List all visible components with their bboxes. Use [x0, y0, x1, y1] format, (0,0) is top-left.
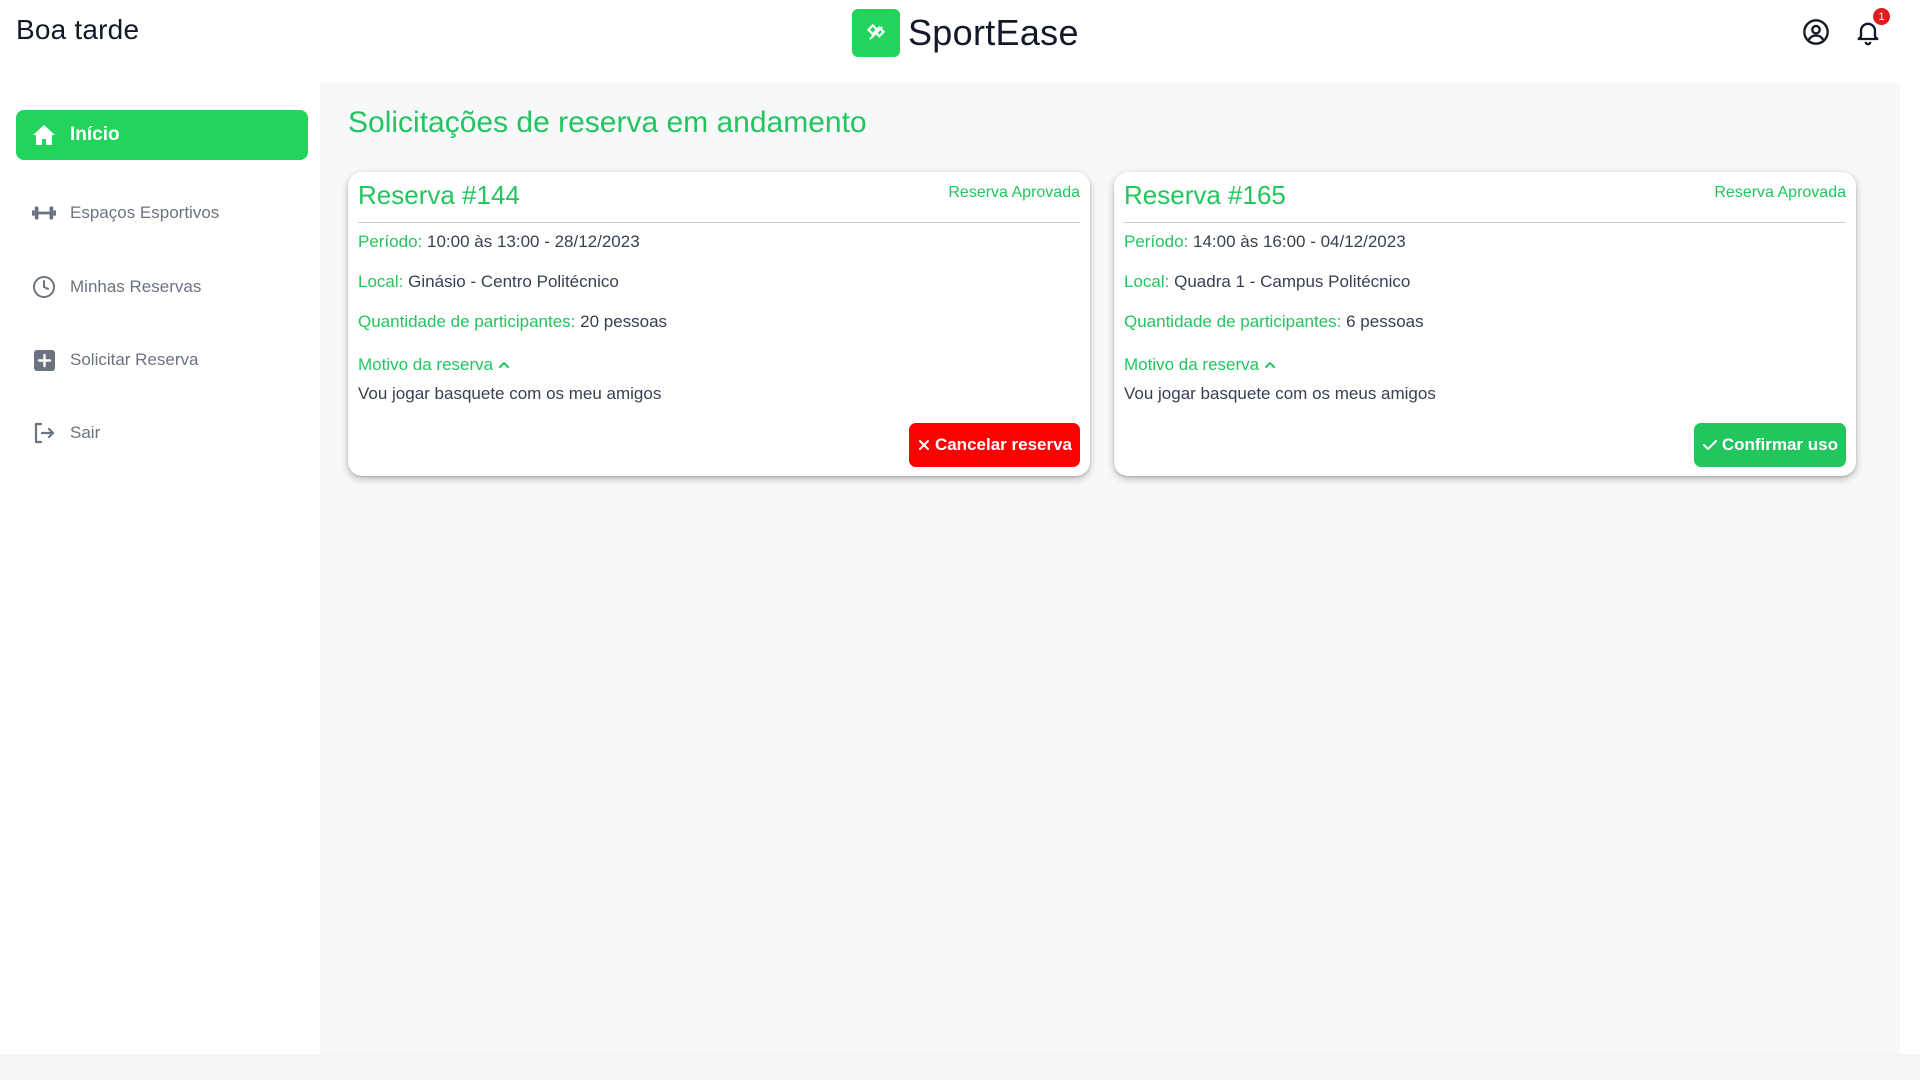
local-field: Local: Ginásio - Centro Politécnico [358, 272, 619, 292]
participantes-value: 6 pessoas [1346, 312, 1424, 331]
close-icon [918, 440, 929, 450]
sidebar-item-sair[interactable]: Sair [16, 408, 308, 458]
clock-icon [32, 275, 56, 299]
sidebar-item-solicitar-reserva[interactable]: Solicitar Reserva [16, 335, 308, 385]
participantes-field: Quantidade de participantes: 6 pessoas [1124, 312, 1424, 332]
motivo-toggle[interactable]: Motivo da reserva [1124, 355, 1277, 375]
card-divider [1124, 222, 1846, 223]
reservation-card: Reserva #165 Reserva Aprovada Período: 1… [1114, 172, 1856, 476]
periodo-field: Período: 14:00 às 16:00 - 04/12/2023 [1124, 232, 1406, 252]
user-profile-button[interactable] [1800, 16, 1832, 48]
participantes-label: Quantidade de participantes: [1124, 312, 1342, 331]
sidebar-item-minhas-reservas[interactable]: Minhas Reservas [16, 262, 308, 312]
participantes-value: 20 pessoas [580, 312, 668, 331]
sidebar: Início Espaços Esportivos Minhas Reserva… [0, 82, 320, 1054]
notifications-button[interactable]: 1 [1852, 8, 1890, 48]
check-icon [1702, 440, 1717, 450]
chevron-up-icon [499, 362, 510, 368]
sportease-logo-icon [852, 9, 900, 57]
motivo-toggle[interactable]: Motivo da reserva [358, 355, 511, 375]
home-icon [32, 123, 56, 147]
motivo-text: Vou jogar basquete com os meu amigos [358, 384, 662, 403]
periodo-label: Período: [1124, 232, 1189, 251]
local-label: Local: [358, 272, 404, 291]
reservation-title: Reserva #165 [1124, 180, 1286, 210]
chevron-up-icon [1265, 362, 1276, 368]
user-circle-icon [1803, 19, 1829, 45]
sidebar-item-label: Espaços Esportivos [70, 203, 220, 222]
local-label: Local: [1124, 272, 1170, 291]
sidebar-item-label: Solicitar Reserva [70, 350, 199, 369]
brand[interactable]: SportEase [852, 9, 1079, 57]
sidebar-item-label: Início [70, 124, 120, 145]
periodo-value: 14:00 às 16:00 - 04/12/2023 [1193, 232, 1406, 251]
reservation-title: Reserva #144 [358, 180, 520, 210]
status-badge: Reserva Aprovada [948, 184, 1080, 201]
cancel-button-label: Cancelar reserva [934, 435, 1072, 454]
confirm-button-label: Confirmar uso [1721, 435, 1838, 454]
page-title: Solicitações de reserva em andamento [348, 106, 867, 139]
participantes-field: Quantidade de participantes: 20 pessoas [358, 312, 667, 332]
bottom-strip [0, 1054, 1920, 1080]
main-content: Solicitações de reserva em andamento Res… [320, 82, 1900, 1054]
greeting-text: Boa tarde [16, 14, 140, 45]
motivo-label: Motivo da reserva [1124, 355, 1260, 374]
sidebar-item-label: Minhas Reservas [70, 277, 202, 296]
local-field: Local: Quadra 1 - Campus Politécnico [1124, 272, 1410, 292]
sidebar-item-inicio[interactable]: Início [16, 110, 308, 160]
motivo-label: Motivo da reserva [358, 355, 494, 374]
cancel-reservation-button[interactable]: Cancelar reserva [908, 423, 1080, 467]
local-value: Ginásio - Centro Politécnico [408, 272, 619, 291]
status-badge: Reserva Aprovada [1714, 184, 1846, 201]
header-actions: 1 [1800, 8, 1890, 48]
motivo-text: Vou jogar basquete com os meus amigos [1124, 384, 1436, 403]
periodo-value: 10:00 às 13:00 - 28/12/2023 [427, 232, 640, 251]
periodo-label: Período: [358, 232, 423, 251]
sidebar-item-label: Sair [70, 423, 101, 442]
confirm-use-button[interactable]: Confirmar uso [1693, 423, 1846, 467]
reservation-card: Reserva #144 Reserva Aprovada Período: 1… [348, 172, 1090, 476]
notification-count-badge: 1 [1873, 8, 1890, 25]
card-divider [358, 222, 1080, 223]
logout-icon [32, 421, 56, 445]
dumbbell-icon [32, 201, 56, 225]
sidebar-item-espacos-esportivos[interactable]: Espaços Esportivos [16, 188, 308, 238]
local-value: Quadra 1 - Campus Politécnico [1174, 272, 1411, 291]
participantes-label: Quantidade de participantes: [358, 312, 576, 331]
brand-name: SportEase [908, 12, 1079, 53]
plus-square-icon [32, 348, 56, 372]
top-header: Boa tarde SportEase 1 [0, 0, 1920, 82]
periodo-field: Período: 10:00 às 13:00 - 28/12/2023 [358, 232, 640, 252]
